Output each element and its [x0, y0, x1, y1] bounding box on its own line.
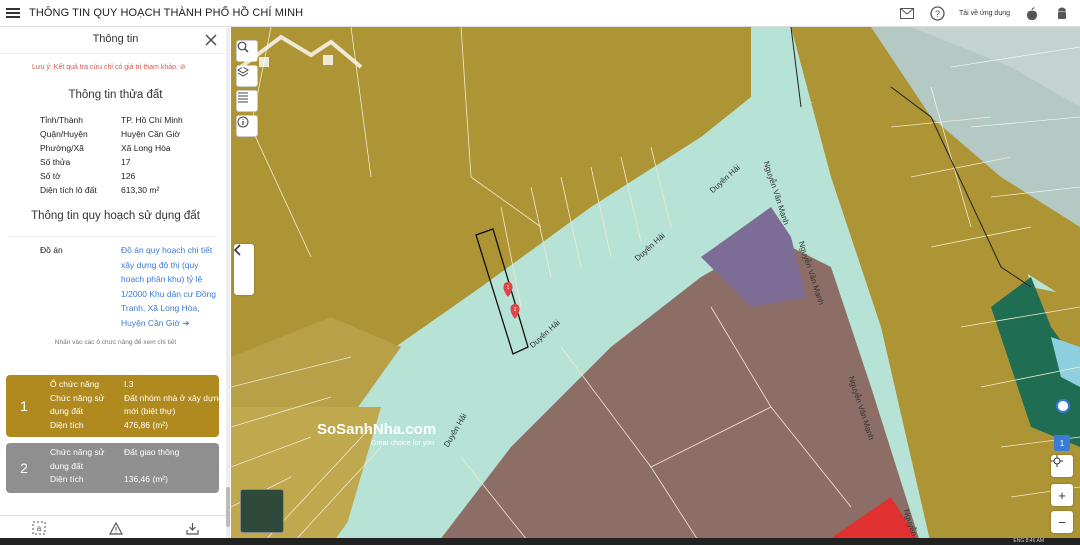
- parcel-row: Diện tích lô đất 613,30 m²: [0, 183, 231, 197]
- zoom-in-button[interactable]: +: [1051, 484, 1073, 506]
- plan-link[interactable]: Đồ án quy hoạch chi tiết xây dựng đô thị…: [121, 243, 217, 330]
- top-bar: THÔNG TIN QUY HOẠCH THÀNH PHỐ HỒ CHÍ MIN…: [0, 0, 1080, 27]
- marker-1[interactable]: 1: [503, 282, 513, 297]
- zone-value: Đất nhóm nhà ở xây dựng mới (biệt thự): [124, 392, 224, 417]
- parcel-row: Số thửa 17: [0, 155, 231, 169]
- zone-value: Đất giao thông: [124, 447, 180, 457]
- plan-row: Đồ án Đồ án quy hoạch chi tiết xây dựng …: [0, 243, 217, 330]
- panel-title: Thông tin: [92, 33, 139, 45]
- parcel-row: Phường/Xã Xã Long Hòa: [0, 141, 231, 155]
- taskbar-time: 8:46 AM: [1025, 538, 1044, 544]
- watermark-slogan: Great choice for you: [371, 440, 435, 447]
- parcel-key: Số tờ: [40, 171, 61, 181]
- list-icon[interactable]: [236, 90, 258, 112]
- parcel-value: 613,30 m²: [121, 185, 160, 195]
- collapse-panel-button[interactable]: [234, 244, 254, 295]
- zone-key: Chức năng sử dụng đất: [50, 392, 105, 417]
- info-icon[interactable]: [236, 115, 258, 137]
- close-icon[interactable]: [205, 33, 217, 46]
- marker-2-label: 2: [514, 307, 517, 313]
- download-icon[interactable]: [186, 522, 199, 540]
- watermark-brand: SoSanhNha.com: [317, 421, 437, 438]
- zone-row: Chức năng sử dụng đất Đất giao thông: [50, 446, 224, 473]
- zone-rows: Ô chức năng I.3 Chức năng sử dụng đất Đất …: [50, 378, 224, 432]
- zone-key: Chức năng sử dụng đất: [50, 447, 105, 471]
- zone-key: Diện tích: [50, 419, 84, 430]
- zone-value: 136,46 (m²): [124, 474, 168, 484]
- parcel-key: Phường/Xã: [40, 143, 84, 153]
- locate-icon[interactable]: [1051, 455, 1073, 477]
- zone-number: 2: [20, 460, 28, 476]
- panel-header: Thông tin: [0, 27, 231, 54]
- chevron-left-icon: [234, 244, 241, 256]
- disclaimer-note: Lưu ý: Kết quả tra cứu chỉ có giá trị th…: [32, 63, 231, 71]
- parcel-key: Quận/Huyện: [40, 129, 88, 139]
- parcel-info: Tỉnh/Thành TP. Hồ Chí Minh Quận/Huyện Huyệ…: [0, 113, 231, 197]
- parcel-row: Tỉnh/Thành TP. Hồ Chí Minh: [0, 113, 231, 127]
- zone-row: Ô chức năng I.3: [50, 378, 224, 392]
- info-circle-icon: ⊘: [179, 64, 186, 71]
- mail-icon[interactable]: [899, 6, 915, 22]
- parcel-value: TP. Hồ Chí Minh: [121, 115, 183, 125]
- parcel-key: Tỉnh/Thành: [40, 115, 83, 125]
- hint-text: Nhấn vào các ô chức năng để xem chi tiết: [54, 339, 177, 346]
- zone-card-1[interactable]: 1 Ô chức năng I.3 Chức năng sử dụng đất Đấ…: [6, 375, 223, 437]
- app-title: THÔNG TIN QUY HOẠCH THÀNH PHỐ HỒ CHÍ MIN…: [29, 7, 304, 19]
- svg-text:?: ?: [934, 9, 939, 19]
- marker-2[interactable]: 2: [510, 304, 520, 319]
- warning-icon[interactable]: [108, 521, 123, 540]
- taskbar-clock: ENG 8:46 AM: [1013, 538, 1044, 544]
- panel-scrollbar[interactable]: [226, 27, 230, 545]
- parcel-value: Xã Long Hòa: [121, 143, 171, 153]
- zone-row: Diện tích 476,86 (m²): [50, 419, 224, 433]
- parcel-value: 126: [121, 171, 136, 181]
- menu-icon[interactable]: [6, 8, 20, 18]
- parcel-value: Huyện Cần Giờ: [121, 129, 180, 139]
- map-canvas[interactable]: 1 2: [231, 27, 1080, 545]
- info-panel: Thông tin Lưu ý: Kết quả tra cứu chỉ có …: [0, 27, 231, 545]
- zone-card-2[interactable]: 2 Chức năng sử dụng đất Đất giao thông Di…: [6, 443, 219, 493]
- parcel-row: Quận/Huyện Huyện Cần Giờ: [0, 127, 231, 141]
- apple-icon[interactable]: [1024, 6, 1040, 22]
- planning-heading: Thông tin quy hoạch sử dụng đất: [31, 210, 200, 222]
- zone-value: 476,86 (m²): [124, 419, 168, 430]
- map-view[interactable]: 1 2 Duyên Hải Duyên Hải Duyên Hải Duyên …: [231, 27, 1080, 545]
- zone-key: Diện tích: [50, 474, 84, 484]
- layer-badge[interactable]: 1: [1054, 435, 1070, 451]
- zone-key: Ô chức năng: [50, 379, 100, 389]
- download-app-label[interactable]: Tải về ứng dụng: [959, 10, 1010, 17]
- watermark-logo: [239, 34, 363, 69]
- location-pin-icon[interactable]: [1056, 399, 1070, 413]
- help-icon[interactable]: ?: [929, 6, 945, 22]
- parcel-row: Số tờ 126: [0, 169, 231, 183]
- zoom-out-button[interactable]: −: [1051, 511, 1073, 533]
- taskbar: ENG 8:46 AM: [0, 538, 1080, 545]
- disclaimer-text: Lưu ý: Kết quả tra cứu chỉ có giá trị th…: [32, 64, 178, 71]
- parcel-key: Số thửa: [40, 157, 71, 167]
- parcel-value: 17: [121, 157, 131, 167]
- plan-section: Đồ án Đồ án quy hoạch chi tiết xây dựng …: [8, 236, 217, 330]
- plan-label: Đồ án: [40, 245, 63, 255]
- zone-row: Diện tích 136,46 (m²): [50, 473, 224, 487]
- parcel-key: Diện tích lô đất: [40, 185, 97, 195]
- taskbar-lang: ENG: [1013, 538, 1025, 544]
- basemap-thumbnail[interactable]: [240, 489, 284, 533]
- zone-number: 1: [20, 398, 28, 414]
- scrollbar-thumb[interactable]: [226, 487, 230, 527]
- parcel-heading: Thông tin thửa đất: [68, 89, 163, 101]
- zone-value: I.3: [124, 379, 134, 389]
- android-icon[interactable]: [1054, 6, 1070, 22]
- svg-text:a: a: [36, 524, 41, 533]
- marker-1-label: 1: [507, 285, 510, 291]
- zone-rows: Chức năng sử dụng đất Đất giao thông Diện…: [50, 446, 224, 487]
- zone-row: Chức năng sử dụng đất Đất nhóm nhà ở xây …: [50, 392, 224, 419]
